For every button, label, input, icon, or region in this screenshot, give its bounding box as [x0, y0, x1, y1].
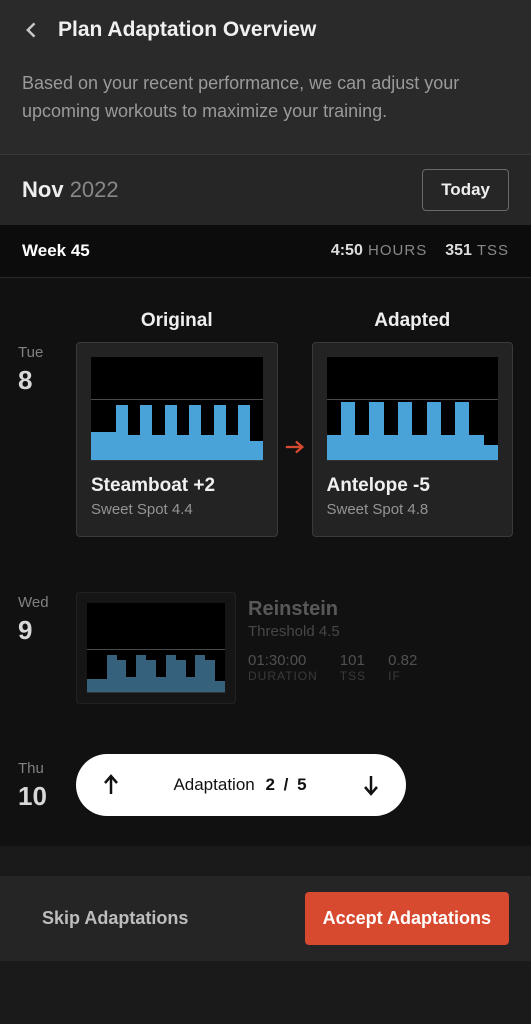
week-hours-label: HOURS	[368, 242, 427, 259]
stat-label: IF	[388, 669, 401, 683]
next-adaptation-button[interactable]	[336, 774, 406, 796]
month-label: Nov 2022	[22, 177, 119, 203]
day-abbrev: Thu	[18, 758, 76, 777]
accept-adaptations-button[interactable]: Accept Adaptations	[305, 892, 509, 945]
day-row-thu: Thu 10 Adaptation 2 / 5	[18, 754, 513, 846]
column-original: Original	[76, 310, 278, 332]
header: Plan Adaptation Overview Based on your r…	[0, 0, 531, 154]
day-label-tue: Tue 8	[18, 342, 76, 396]
stat-value: 101	[340, 652, 366, 669]
month-bar: Nov 2022 Today	[0, 154, 531, 225]
wed-info: Reinstein Threshold 4.5 01:30:00 DURATIO…	[236, 592, 513, 683]
column-adapted: Adapted	[312, 310, 514, 332]
page-title: Plan Adaptation Overview	[58, 18, 316, 42]
main: Original Adapted Tue 8 Steamboat +2 Swee…	[0, 278, 531, 846]
week-label: Week 45	[22, 241, 313, 261]
day-label-thu: Thu 10	[18, 758, 76, 812]
week-tss-label: TSS	[477, 242, 509, 259]
week-hours: 4:50 HOURS	[331, 242, 427, 260]
pill-label: Adaptation	[173, 775, 254, 794]
day-row-tue: Tue 8 Steamboat +2 Sweet Spot 4.4 Antelo…	[18, 342, 513, 552]
workout-subtitle: Sweet Spot 4.8	[327, 501, 499, 518]
day-abbrev: Wed	[18, 592, 76, 611]
stat-value: 0.82	[388, 652, 417, 669]
workout-chart-wed	[87, 603, 225, 693]
pill-count: 2 / 5	[265, 775, 308, 794]
prev-adaptation-button[interactable]	[76, 774, 146, 796]
day-number: 8	[18, 365, 76, 396]
workout-chart-original	[91, 357, 263, 461]
day-number: 10	[18, 781, 76, 812]
today-button[interactable]: Today	[422, 169, 509, 211]
workout-subtitle: Sweet Spot 4.4	[91, 501, 263, 518]
stat-label: TSS	[340, 669, 366, 683]
back-icon[interactable]	[22, 20, 42, 40]
adaptation-arrow	[278, 342, 312, 552]
stat-duration: 01:30:00 DURATION	[248, 652, 318, 683]
month-value: Nov	[22, 177, 64, 202]
workout-subtitle: Threshold 4.5	[248, 623, 513, 640]
workout-title: Antelope -5	[327, 475, 499, 497]
day-label-wed: Wed 9	[18, 592, 76, 646]
column-headers: Original Adapted	[18, 278, 513, 332]
stat-label: DURATION	[248, 669, 318, 683]
arrow-right-icon	[284, 439, 306, 455]
card-adapted[interactable]: Antelope -5 Sweet Spot 4.8	[312, 342, 514, 537]
week-tss: 351 TSS	[445, 242, 509, 260]
week-row: Week 45 4:50 HOURS 351 TSS	[0, 225, 531, 278]
card-wed[interactable]	[76, 592, 236, 704]
workout-chart-adapted	[327, 357, 499, 461]
card-original[interactable]: Steamboat +2 Sweet Spot 4.4	[76, 342, 278, 537]
year-value: 2022	[70, 177, 119, 202]
stat-tss: 101 TSS	[340, 652, 366, 683]
skip-adaptations-button[interactable]: Skip Adaptations	[22, 908, 281, 929]
workout-title: Reinstein	[248, 598, 513, 621]
adaptation-pill: Adaptation 2 / 5	[76, 754, 406, 816]
stat-value: 01:30:00	[248, 652, 318, 669]
page-description: Based on your recent performance, we can…	[22, 70, 509, 126]
adaptation-counter: Adaptation 2 / 5	[146, 775, 336, 795]
stat-if: 0.82 IF	[388, 652, 417, 683]
arrow-down-icon	[362, 774, 380, 796]
week-hours-value: 4:50	[331, 242, 363, 259]
workout-title: Steamboat +2	[91, 475, 263, 497]
week-tss-value: 351	[445, 242, 472, 259]
day-number: 9	[18, 615, 76, 646]
day-abbrev: Tue	[18, 342, 76, 361]
footer: Skip Adaptations Accept Adaptations	[0, 876, 531, 961]
day-row-wed: Wed 9 Reinstein Threshold 4.5 01:30:00 D…	[18, 592, 513, 704]
arrow-up-icon	[102, 774, 120, 796]
